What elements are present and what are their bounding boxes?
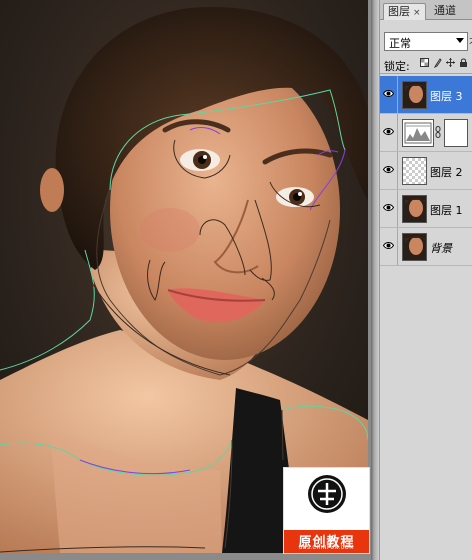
layer-thumbnail [402,233,427,261]
divider [380,73,472,74]
layer-row-background[interactable]: 背景 [380,228,472,266]
blend-mode-select[interactable]: 正常 [384,32,468,51]
layer-row-2[interactable]: 图层 2 [380,152,472,190]
link-icon[interactable] [435,126,441,138]
layer-thumbnail [402,195,427,223]
lock-paint-icon[interactable] [433,58,442,69]
panel-splitter[interactable] [371,0,379,560]
layers-panel: 图层× 通道 正常 不 锁定: [379,0,472,560]
watermark-band: 原创教程 BBS.CHINFUN.COM [284,530,369,553]
tab-layers-label: 图层 [388,5,410,18]
visibility-toggle[interactable] [380,190,398,227]
watermark-url: BBS.CHINFUN.COM [298,545,355,551]
chevron-down-icon [456,38,464,43]
eye-icon [383,90,394,97]
layer-name[interactable]: 图层 3 [430,88,463,104]
visibility-toggle[interactable] [380,114,398,151]
tab-channels[interactable]: 通道 [430,3,460,19]
layer-thumbnail [402,81,427,109]
layer-thumbnail-transparent [402,157,427,185]
tab-channels-label: 通道 [434,4,456,17]
lock-label: 锁定: [384,60,410,73]
layer-list: 图层 3 图层 2 图层 1 背景 [380,76,472,266]
layer-name[interactable]: 图层 2 [430,164,463,180]
close-icon[interactable]: × [413,8,421,18]
visibility-toggle[interactable] [380,76,398,113]
eye-icon [383,204,394,211]
eye-icon [383,242,394,249]
tab-layers[interactable]: 图层 × [383,3,426,20]
layer-row-3[interactable]: 图层 3 [380,76,472,114]
blend-mode-value: 正常 [389,37,411,50]
lock-all-icon[interactable] [459,58,468,68]
watermark-badge: 原创教程 BBS.CHINFUN.COM [283,467,370,554]
lock-transparent-icon[interactable] [420,58,429,68]
visibility-toggle[interactable] [380,228,398,265]
layer-mask-thumbnail[interactable] [444,119,468,147]
layer-name[interactable]: 图层 1 [430,202,463,218]
eye-icon [383,166,394,173]
levels-adjustment-icon [402,119,434,147]
lock-icons [420,58,468,69]
eye-icon [383,128,394,135]
visibility-toggle[interactable] [380,152,398,189]
layer-name[interactable]: 背景 [430,240,452,256]
document-canvas[interactable]: 原创教程 BBS.CHINFUN.COM [0,0,371,560]
layer-row-1[interactable]: 图层 1 [380,190,472,228]
layer-row-adjustment[interactable] [380,114,472,152]
panel-tabs: 图层 × 通道 [380,0,472,20]
lock-move-icon[interactable] [446,58,455,68]
chinese-seal-icon [308,475,346,513]
